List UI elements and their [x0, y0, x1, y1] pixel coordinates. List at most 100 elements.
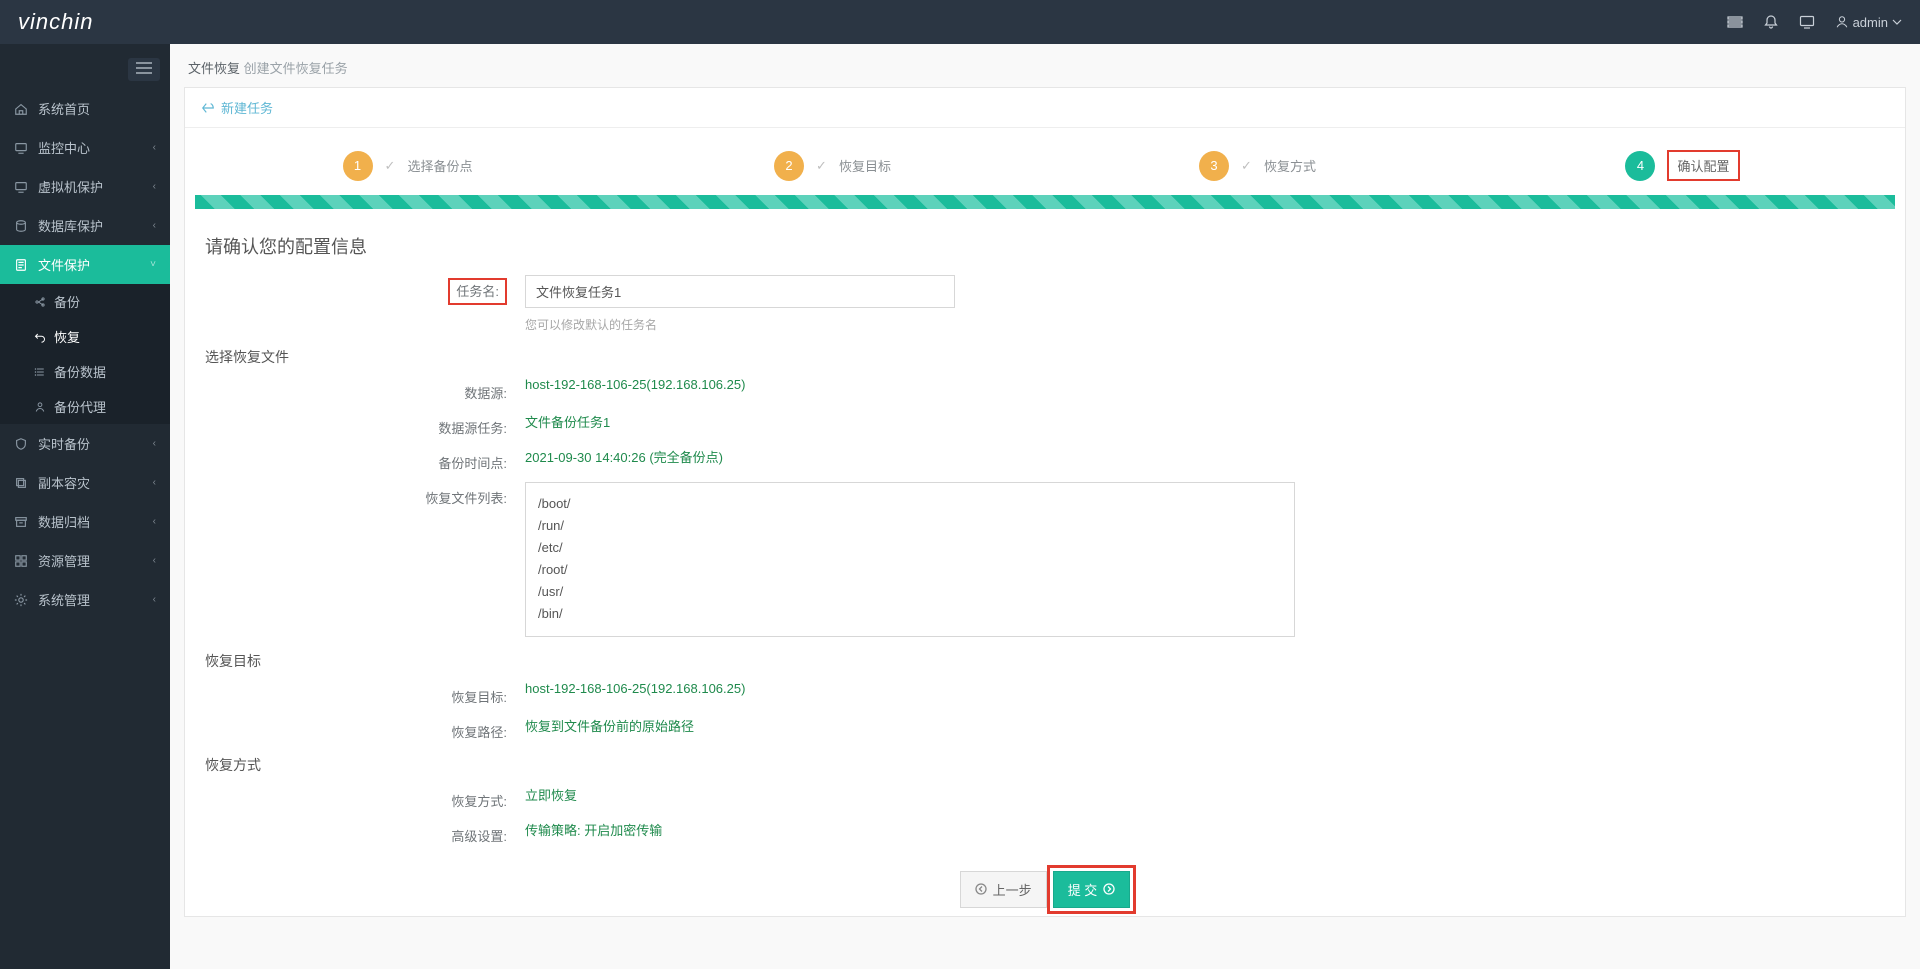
nav-label: 文件保护: [38, 255, 150, 274]
task-name-input[interactable]: [525, 275, 955, 308]
submit-button[interactable]: 提 交: [1053, 871, 1131, 908]
file-path: /run/: [538, 515, 1282, 537]
nav-item-9[interactable]: 系统管理‹: [0, 580, 170, 619]
nav-label: 副本容灾: [38, 473, 153, 492]
user-name: admin: [1853, 15, 1888, 30]
nav-item-5[interactable]: 实时备份‹: [0, 424, 170, 463]
task-name-label: 任务名:: [205, 275, 525, 333]
list-icon: [34, 366, 46, 378]
nav-label: 实时备份: [38, 434, 153, 453]
share-icon: [34, 296, 46, 308]
source-task-label: 数据源任务:: [205, 412, 525, 437]
step-label: 确认配置: [1667, 150, 1739, 181]
restore-path-label: 恢复路径:: [205, 716, 525, 741]
chevron-icon: ‹: [153, 555, 156, 566]
progress-stripe: [195, 195, 1895, 209]
sub-label: 恢复: [54, 327, 80, 346]
chevron-icon: ˅: [150, 259, 156, 270]
data-source-label: 数据源:: [205, 377, 525, 402]
restore-target-label: 恢复目标:: [205, 681, 525, 706]
restore-mode-value: 立即恢复: [525, 785, 1885, 810]
sub-item-3[interactable]: 备份代理: [0, 389, 170, 424]
monitor-icon: [14, 180, 28, 194]
tasks-icon[interactable]: [1727, 14, 1743, 30]
step-label: 恢复方式: [1264, 156, 1316, 175]
undo-icon: [34, 331, 46, 343]
back-label: 新建任务: [221, 98, 273, 117]
screen-icon[interactable]: [1799, 14, 1815, 30]
back-link[interactable]: 新建任务: [201, 98, 1889, 117]
files-list-box: /boot//run//etc//root//usr//bin/: [525, 482, 1295, 637]
chevron-icon: ‹: [153, 594, 156, 605]
chevron-icon: ‹: [153, 477, 156, 488]
nav-item-4[interactable]: 文件保护˅: [0, 245, 170, 284]
check-icon: ✓: [1241, 158, 1252, 174]
chevron-icon: ‹: [153, 181, 156, 192]
file-path: /root/: [538, 559, 1282, 581]
wizard-step-2[interactable]: 2✓恢复目标: [620, 150, 1045, 181]
step-label: 恢复目标: [839, 156, 891, 175]
chevron-icon: ‹: [153, 516, 156, 527]
sub-item-0[interactable]: 备份: [0, 284, 170, 319]
backup-time-label: 备份时间点:: [205, 447, 525, 472]
advanced-label: 高级设置:: [205, 820, 525, 845]
mode-section-title: 恢复方式: [205, 755, 1885, 775]
check-icon: ✓: [816, 158, 827, 174]
gear-icon: [14, 593, 28, 607]
step-number: 4: [1625, 151, 1655, 181]
bell-icon[interactable]: [1763, 14, 1779, 30]
nav-label: 系统管理: [38, 590, 153, 609]
nav-item-1[interactable]: 监控中心‹: [0, 128, 170, 167]
nav-item-8[interactable]: 资源管理‹: [0, 541, 170, 580]
wizard-step-4[interactable]: 4 确认配置: [1470, 150, 1895, 181]
source-task-value: 文件备份任务1: [525, 412, 1885, 437]
nav-item-7[interactable]: 数据归档‹: [0, 502, 170, 541]
monitor-icon: [14, 141, 28, 155]
target-section-title: 恢复目标: [205, 651, 1885, 671]
nav-label: 数据库保护: [38, 216, 153, 235]
restore-path-value: 恢复到文件备份前的原始路径: [525, 716, 1885, 741]
logo: vinchin: [18, 9, 93, 35]
advanced-value: 传输策略: 开启加密传输: [525, 820, 1885, 845]
confirm-title: 请确认您的配置信息: [205, 233, 1885, 259]
res-icon: [14, 554, 28, 568]
restore-mode-label: 恢复方式:: [205, 785, 525, 810]
nav-item-2[interactable]: 虚拟机保护‹: [0, 167, 170, 206]
sidebar-collapse[interactable]: [128, 58, 160, 81]
nav-label: 系统首页: [38, 99, 156, 118]
file-path: /boot/: [538, 493, 1282, 515]
step-number: 1: [343, 151, 373, 181]
sub-item-2[interactable]: 备份数据: [0, 354, 170, 389]
breadcrumb: 文件恢复 创建文件恢复任务: [184, 44, 1906, 87]
archive-icon: [14, 515, 28, 529]
nav-item-6[interactable]: 副本容灾‹: [0, 463, 170, 502]
sidebar: 系统首页监控中心‹虚拟机保护‹数据库保护‹文件保护˅备份恢复备份数据备份代理实时…: [0, 44, 170, 969]
copy-icon: [14, 476, 28, 490]
nav-label: 数据归档: [38, 512, 153, 531]
submit-label: 提 交: [1068, 880, 1098, 899]
nav-item-0[interactable]: 系统首页: [0, 89, 170, 128]
agent-icon: [34, 401, 46, 413]
prev-label: 上一步: [993, 880, 1032, 899]
prev-button[interactable]: 上一步: [960, 871, 1047, 908]
sub-item-1[interactable]: 恢复: [0, 319, 170, 354]
data-source-value: host-192-168-106-25(192.168.106.25): [525, 377, 1885, 402]
check-icon: ✓: [385, 158, 396, 174]
restore-target-value: host-192-168-106-25(192.168.106.25): [525, 681, 1885, 706]
step-label: 选择备份点: [407, 156, 472, 175]
src-section-title: 选择恢复文件: [205, 347, 1885, 367]
db-icon: [14, 219, 28, 233]
backup-time-value: 2021-09-30 14:40:26 (完全备份点): [525, 447, 1885, 472]
wizard-step-3[interactable]: 3✓恢复方式: [1045, 150, 1470, 181]
user-menu[interactable]: admin: [1835, 15, 1902, 30]
file-path: /etc/: [538, 537, 1282, 559]
task-name-hint: 您可以修改默认的任务名: [525, 316, 1885, 333]
nav-label: 资源管理: [38, 551, 153, 570]
chevron-icon: ‹: [153, 220, 156, 231]
nav-item-3[interactable]: 数据库保护‹: [0, 206, 170, 245]
doc-icon: [14, 258, 28, 272]
home-icon: [14, 102, 28, 116]
sub-label: 备份代理: [54, 397, 106, 416]
wizard-step-1[interactable]: 1 ✓ 选择备份点: [195, 150, 620, 181]
sub-label: 备份数据: [54, 362, 106, 381]
